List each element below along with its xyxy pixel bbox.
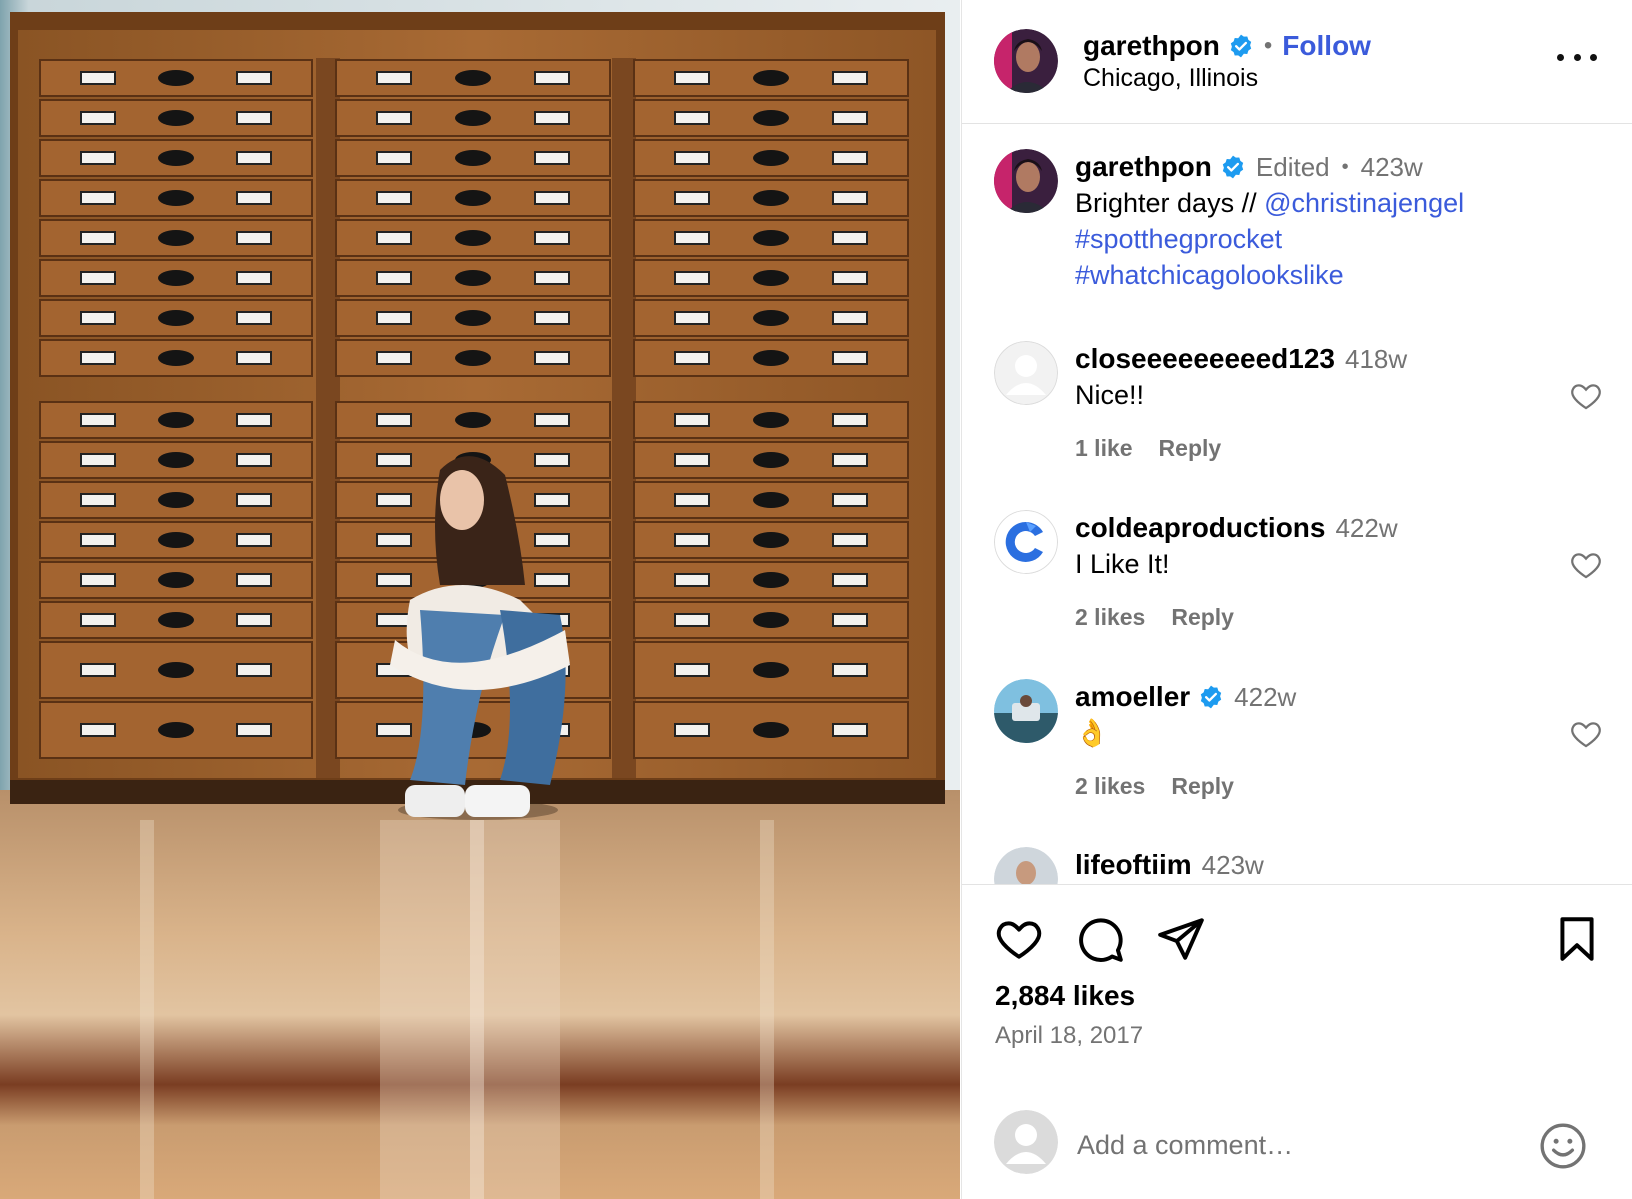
mention-link[interactable]: @christinajengel xyxy=(1264,188,1464,218)
comment-timestamp[interactable]: 423w xyxy=(1202,850,1264,881)
bookmark-icon[interactable] xyxy=(1552,914,1602,964)
post-details-panel: garethpon • Follow Chicago, Illinois gar… xyxy=(961,0,1632,1199)
commenter-avatar[interactable] xyxy=(994,510,1058,574)
comment-likes-count[interactable]: 1 like xyxy=(1075,435,1133,461)
comment-text: 👌 xyxy=(1075,718,1109,748)
comment-actions: 1 like Reply xyxy=(1075,435,1553,462)
caption-author-avatar[interactable] xyxy=(994,149,1058,213)
heart-icon[interactable] xyxy=(994,914,1044,964)
caption-prefix: Brighter days // xyxy=(1075,188,1265,218)
comment-actions: 2 likes Reply xyxy=(1075,604,1553,631)
caption-text: Brighter days // @christinajengel #spott… xyxy=(1075,185,1553,293)
add-comment-input[interactable] xyxy=(1077,1127,1497,1163)
comment-like-heart-icon[interactable] xyxy=(1569,717,1603,751)
reply-button[interactable]: Reply xyxy=(1171,773,1234,799)
comment-timestamp[interactable]: 422w xyxy=(1335,513,1397,544)
comment-likes-count[interactable]: 2 likes xyxy=(1075,604,1145,630)
current-user-avatar xyxy=(994,1110,1058,1174)
commenter-username[interactable]: lifeoftiim xyxy=(1075,849,1192,881)
verified-badge-icon xyxy=(1198,684,1224,710)
hashtag-link[interactable]: #spotthegprocket xyxy=(1075,224,1282,254)
comment-like-heart-icon[interactable] xyxy=(1569,379,1603,413)
post-location[interactable]: Chicago, Illinois xyxy=(1083,64,1258,93)
dot xyxy=(1573,53,1581,61)
comment-likes-count[interactable]: 2 likes xyxy=(1075,773,1145,799)
reply-button[interactable]: Reply xyxy=(1159,435,1222,461)
comment-timestamp[interactable]: 418w xyxy=(1345,344,1407,375)
commenter-avatar[interactable] xyxy=(994,847,1058,884)
post-actions-bar: 2,884 likes April 18, 2017 xyxy=(962,886,1632,1086)
verified-badge-icon xyxy=(1220,154,1246,180)
author-avatar[interactable] xyxy=(994,29,1058,93)
caption-username[interactable]: garethpon xyxy=(1075,151,1212,183)
likes-count[interactable]: 2,884 likes xyxy=(995,980,1135,1012)
separator-dot: • xyxy=(1263,32,1273,59)
dot xyxy=(1590,53,1597,61)
emoji-smile-icon[interactable] xyxy=(1538,1121,1588,1171)
dot xyxy=(1557,53,1564,61)
comment-text: I Like It! xyxy=(1075,549,1170,579)
comment-timestamp[interactable]: 422w xyxy=(1234,682,1296,713)
follow-button[interactable]: Follow xyxy=(1282,30,1371,62)
reply-button[interactable]: Reply xyxy=(1171,604,1234,630)
commenter-username[interactable]: amoeller xyxy=(1075,681,1190,713)
comment-actions: 2 likes Reply xyxy=(1075,773,1553,800)
more-options-icon[interactable] xyxy=(1557,44,1597,70)
add-comment-bar xyxy=(962,1086,1632,1199)
commenter-avatar[interactable] xyxy=(994,341,1058,405)
comments-list[interactable]: garethpon Edited • 423w Brighter days //… xyxy=(962,125,1632,885)
commenter-username[interactable]: closeeeeeeeeed123 xyxy=(1075,343,1335,375)
edited-label: Edited xyxy=(1255,151,1330,182)
post-photo[interactable] xyxy=(0,0,960,1199)
caption-timestamp[interactable]: 423w xyxy=(1361,152,1423,183)
comment-like-heart-icon[interactable] xyxy=(1569,548,1603,582)
verified-badge-icon xyxy=(1228,33,1254,59)
commenter-avatar[interactable] xyxy=(994,679,1058,743)
send-icon[interactable] xyxy=(1156,914,1206,964)
header-user-line: garethpon • Follow xyxy=(1083,28,1371,64)
post-header: garethpon • Follow Chicago, Illinois xyxy=(962,0,1632,124)
hashtag-link[interactable]: #whatchicagolookslike xyxy=(1075,260,1344,290)
comment-icon[interactable] xyxy=(1075,914,1125,964)
post-date[interactable]: April 18, 2017 xyxy=(995,1022,1143,1050)
author-username[interactable]: garethpon xyxy=(1083,30,1220,62)
commenter-username[interactable]: coldeaproductions xyxy=(1075,512,1325,544)
comment-text: Nice!! xyxy=(1075,380,1145,410)
separator-dot: • xyxy=(1341,155,1349,178)
